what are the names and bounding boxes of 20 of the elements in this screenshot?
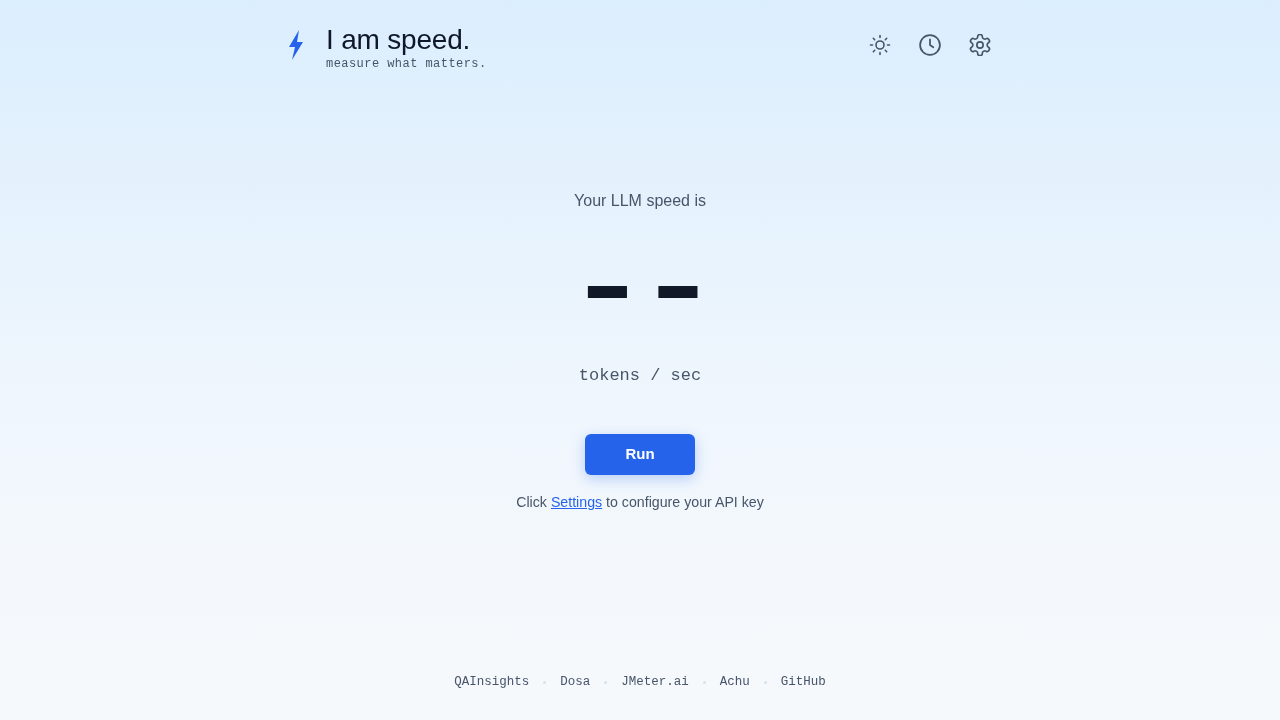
- settings-hint: Click Settings to configure your API key: [516, 493, 764, 512]
- clock-icon: [919, 34, 941, 56]
- footer-link[interactable]: Achu: [719, 674, 750, 690]
- footer-link[interactable]: GitHub: [780, 674, 826, 690]
- speed-label: Your LLM speed is: [574, 191, 706, 211]
- app-title: I am speed.: [326, 26, 472, 54]
- settings-button[interactable]: [968, 33, 992, 57]
- footer-link[interactable]: Dosa: [560, 674, 591, 690]
- settings-icon: [969, 34, 991, 56]
- footer-link[interactable]: JMeter.ai: [621, 674, 689, 690]
- speed-unit: tokens / sec: [578, 365, 702, 387]
- run-button[interactable]: Run: [585, 434, 695, 475]
- history-button[interactable]: [918, 33, 942, 57]
- lightning-bolt-icon: [288, 30, 304, 60]
- app-tagline: measure what matters.: [326, 57, 487, 71]
- footer-link[interactable]: QAInsights: [454, 674, 530, 690]
- theme-toggle-button[interactable]: [868, 33, 892, 57]
- speed-value: --: [569, 249, 711, 325]
- settings-link[interactable]: Settings: [550, 494, 603, 510]
- sun-icon: [869, 34, 891, 56]
